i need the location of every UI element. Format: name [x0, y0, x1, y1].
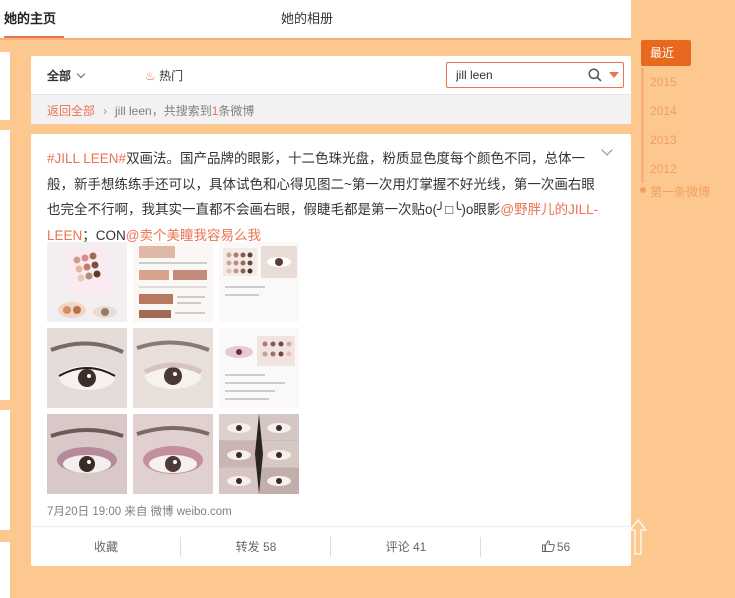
left-column-card — [0, 130, 10, 400]
post-content: #JILL LEEN#双画法。国产品牌的眼影，十二色珠光盘，粉质显色度每个颜色不… — [47, 146, 599, 248]
repost-button[interactable]: 转发 58 — [181, 527, 331, 567]
filter-hot-label: 热门 — [159, 69, 184, 83]
filter-hot-button[interactable]: ♨ 热门 — [145, 67, 183, 84]
tab-album[interactable]: 她的相册 — [281, 0, 351, 38]
comment-label: 评论 41 — [385, 540, 427, 554]
filter-toolbar: 全部 ♨ 热门 — [31, 56, 631, 94]
flame-icon: ♨ — [145, 69, 156, 83]
post-image[interactable] — [47, 328, 127, 408]
left-column-card — [0, 410, 10, 530]
post-menu-chevron-icon[interactable] — [601, 144, 613, 156]
post-image[interactable] — [219, 242, 299, 322]
collect-label: 收藏 — [93, 540, 118, 554]
breadcrumb-query: jill leen，共搜索到 — [115, 104, 212, 118]
tab-home[interactable]: 她的主页 — [4, 0, 64, 38]
like-button[interactable]: 56 — [481, 527, 631, 567]
timeline-item-recent[interactable]: 最近 — [641, 40, 691, 66]
breadcrumb-separator-icon: › — [103, 104, 108, 118]
post-text-2: ；CON — [82, 227, 126, 243]
year-timeline: 最近 2015 2014 2013 2012 第一条微博 — [640, 40, 735, 200]
search-result-breadcrumb: 返回全部 › jill leen，共搜索到1条微博 — [31, 94, 631, 124]
timeline-item-year[interactable]: 2014 — [650, 104, 677, 118]
timeline-item-year[interactable]: 2015 — [650, 75, 677, 89]
breadcrumb-suffix: 条微博 — [218, 104, 255, 118]
timeline-dot — [640, 187, 646, 193]
left-column-card — [0, 52, 10, 120]
search-input[interactable] — [456, 67, 576, 83]
search-dropdown-icon[interactable] — [609, 72, 619, 78]
post-image[interactable] — [219, 414, 299, 494]
like-count: 56 — [556, 540, 571, 554]
timeline-item-year[interactable]: 2012 — [650, 162, 677, 176]
post-timestamp-source[interactable]: 7月20日 19:00 来自 微博 weibo.com — [47, 503, 232, 519]
feed-filter-panel: 全部 ♨ 热门 返回全部›jill leen，共搜索到1条微博 — [31, 56, 631, 124]
post-image[interactable] — [133, 328, 213, 408]
post-image[interactable] — [47, 414, 127, 494]
back-to-top-icon[interactable] — [628, 518, 648, 556]
comment-button[interactable]: 评论 41 — [331, 527, 481, 567]
timeline-item-year[interactable]: 2013 — [650, 133, 677, 147]
timeline-item-first-post[interactable]: 第一条微博 — [650, 183, 710, 200]
profile-tab-bar: 她的主页 她的相册 — [0, 0, 631, 40]
thumbs-up-icon — [541, 540, 555, 552]
search-icon[interactable] — [588, 68, 602, 82]
post-image[interactable] — [219, 328, 299, 408]
repost-label: 转发 58 — [235, 540, 277, 554]
filter-all-dropdown[interactable]: 全部 — [47, 67, 86, 84]
feed-post: #JILL LEEN#双画法。国产品牌的眼影，十二色珠光盘，粉质显色度每个颜色不… — [31, 134, 631, 566]
post-image[interactable] — [47, 242, 127, 322]
post-image-grid — [47, 242, 299, 494]
post-mention-2[interactable]: @卖个美瞳我容易么我 — [126, 228, 261, 243]
post-image[interactable] — [133, 414, 213, 494]
back-to-all-link[interactable]: 返回全部 — [47, 104, 95, 118]
collect-button[interactable]: 收藏 — [31, 527, 181, 567]
timeline-line — [641, 68, 644, 183]
post-image[interactable] — [133, 242, 213, 322]
chevron-down-icon — [76, 69, 86, 79]
left-column-card — [0, 542, 10, 598]
breadcrumb: 返回全部 › jill leen，共搜索到1条微博 — [47, 102, 254, 119]
post-hashtag[interactable]: #JILL LEEN# — [47, 151, 126, 166]
post-action-bar: 收藏 转发 58 评论 41 56 — [31, 526, 631, 566]
filter-all-label: 全部 — [47, 69, 72, 83]
search-box — [446, 62, 624, 88]
